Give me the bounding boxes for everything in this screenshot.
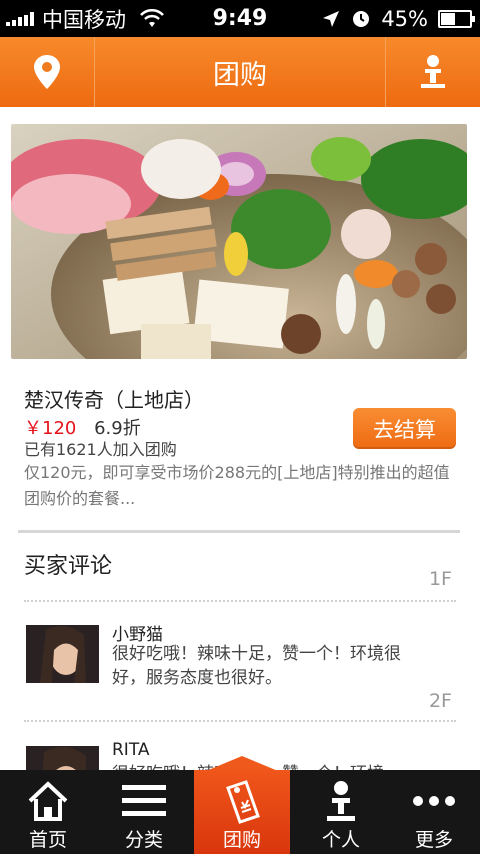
review-floor: 1F bbox=[428, 568, 452, 590]
more-dots-icon bbox=[413, 796, 455, 806]
section-divider bbox=[18, 530, 460, 533]
status-bar: 中国移动 9:49 45% bbox=[0, 0, 480, 37]
tab-categories[interactable]: 分类 bbox=[96, 770, 192, 854]
tab-bar: 首页 分类 团购 个人 更多 bbox=[0, 756, 480, 854]
nav-bar: 团购 bbox=[0, 37, 480, 107]
review-comment: 很好吃哦！辣味十足，赞一个！环境很好，服务态度也很好。 bbox=[112, 644, 401, 688]
sold-count: 已有1621人加入团购 bbox=[24, 440, 177, 459]
deal-image[interactable] bbox=[11, 124, 467, 359]
list-icon bbox=[122, 785, 166, 816]
profile-button[interactable] bbox=[385, 37, 480, 107]
user-avatar-photo bbox=[26, 625, 99, 683]
wifi-icon bbox=[140, 8, 164, 27]
battery-icon bbox=[438, 9, 475, 28]
tab-home[interactable]: 首页 bbox=[0, 770, 96, 854]
tab-label: 首页 bbox=[28, 829, 67, 851]
tab-label: 分类 bbox=[124, 829, 163, 851]
hotpot-photo bbox=[11, 124, 467, 359]
signal-strength-icon bbox=[6, 11, 34, 26]
avatar[interactable] bbox=[26, 625, 99, 683]
checkout-button[interactable]: 去结算 bbox=[353, 408, 456, 449]
tab-label: 个人 bbox=[321, 829, 360, 851]
clock-icon bbox=[353, 10, 370, 27]
tab-more[interactable]: 更多 bbox=[388, 770, 480, 854]
review-divider bbox=[24, 720, 456, 722]
tab-profile[interactable]: 个人 bbox=[293, 770, 389, 854]
review-username: RITA bbox=[112, 740, 150, 760]
reviews-title: 买家评论 bbox=[24, 554, 113, 579]
location-button[interactable] bbox=[0, 37, 95, 107]
tag-icon bbox=[226, 780, 260, 824]
person-icon bbox=[421, 55, 445, 88]
page-title: 团购 bbox=[213, 59, 267, 91]
review-divider bbox=[24, 600, 456, 602]
battery-percent: 45% bbox=[381, 6, 428, 31]
review-floor: 2F bbox=[428, 690, 452, 712]
location-pin-icon bbox=[34, 55, 60, 89]
location-arrow-icon bbox=[323, 10, 340, 27]
carrier-name: 中国移动 bbox=[42, 7, 126, 32]
tab-group-buy[interactable]: 团购 bbox=[194, 756, 290, 854]
deal-description: 仅120元，即可享受市场价288元的[上地店]特别推出的超值团购价的套餐... bbox=[24, 463, 450, 508]
home-icon bbox=[28, 781, 68, 821]
deal-name: 楚汉传奇（上地店） bbox=[24, 388, 204, 412]
tab-label: 更多 bbox=[414, 829, 453, 851]
tab-label: 团购 bbox=[222, 829, 261, 851]
person-icon bbox=[327, 781, 355, 821]
